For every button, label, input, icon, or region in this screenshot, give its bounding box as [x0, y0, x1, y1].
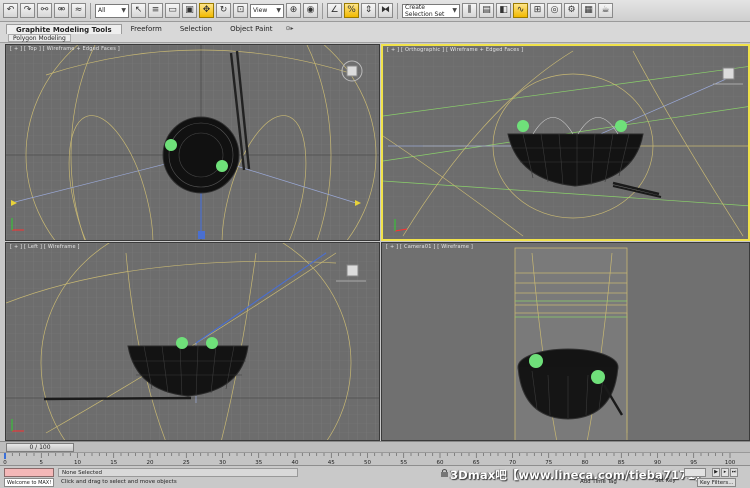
- render-icon[interactable]: ☕: [598, 3, 613, 18]
- toolbar-divider: [397, 2, 398, 19]
- lock-icon[interactable]: [440, 469, 449, 477]
- graphite-icon[interactable]: ◧: [496, 3, 511, 18]
- named-selection-set-value: Create Selection Set: [405, 3, 445, 18]
- ribbon-options-icon[interactable]: ⊙▸: [281, 24, 293, 34]
- layer-icon[interactable]: ▤: [479, 3, 494, 18]
- viewport-ortho-scene: [383, 46, 748, 239]
- dumpling: [517, 120, 529, 132]
- move-icon[interactable]: ✥: [199, 3, 214, 18]
- reference-coord-select[interactable]: View ▼: [250, 3, 284, 18]
- chevron-down-icon: ▼: [452, 7, 457, 14]
- selection-filter-select[interactable]: All ▼: [95, 3, 129, 18]
- snap-icon[interactable]: ◉: [303, 3, 318, 18]
- select-by-name-icon[interactable]: ≡: [148, 3, 163, 18]
- time-slider[interactable]: 0 / 100: [0, 441, 750, 452]
- set-key-button[interactable]: Set Key: [655, 478, 676, 484]
- spinner-snap-icon[interactable]: ⇕: [361, 3, 376, 18]
- render-setup-icon[interactable]: ⚙: [564, 3, 579, 18]
- window-crossing-icon[interactable]: ▣: [182, 3, 197, 18]
- rect-region-icon[interactable]: ▭: [165, 3, 180, 18]
- track-bar[interactable]: 0 5 10 15 20 25 30 35 40 45 50 55 60 65 70 75 80 85 90 95 10…: [0, 452, 750, 466]
- viewport-camera[interactable]: [ + ] [ Camera01 ] [ Wireframe ]: [381, 242, 750, 441]
- viewport-top[interactable]: [ + ] [ Top ] [ Wireframe + Edged Faces …: [5, 44, 380, 241]
- tab-selection[interactable]: Selection: [171, 24, 221, 34]
- polygon-modeling-panel[interactable]: Polygon Modeling: [8, 34, 71, 42]
- prompt-line: Click and drag to select and move object…: [61, 479, 177, 485]
- dumpling: [216, 160, 228, 172]
- main-toolbar: ↶ ↷ ⚯ ⚮ ≈ All ▼ ↖ ≡ ▭ ▣ ✥ ↻ ⊡ View ▼ ⊕ ◉ ∠…: [0, 0, 750, 22]
- graphite-ribbon: Graphite Modeling Tools Freeform Selecti…: [0, 22, 750, 43]
- tab-object-paint[interactable]: Object Paint: [221, 24, 281, 34]
- viewport-label[interactable]: [ + ] [ Top ] [ Wireframe + Edged Faces …: [10, 46, 120, 52]
- viewport-left[interactable]: [ + ] [ Left ] [ Wireframe ]: [5, 242, 380, 441]
- chevron-down-icon: ▼: [121, 7, 126, 14]
- schematic-icon[interactable]: ⊞: [530, 3, 545, 18]
- viewport-label[interactable]: [ + ] [ Left ] [ Wireframe ]: [10, 244, 80, 250]
- viewport-label[interactable]: [ + ] [ Camera01 ] [ Wireframe ]: [386, 244, 473, 250]
- selection-status: None Selected: [58, 468, 298, 477]
- rendered-frame-icon[interactable]: ▦: [581, 3, 596, 18]
- link-icon[interactable]: ⚯: [37, 3, 52, 18]
- curve-editor-icon[interactable]: ∿: [513, 3, 528, 18]
- maxscript-mini-listener[interactable]: Welcome to MAX!: [4, 478, 54, 487]
- material-editor-icon[interactable]: ◎: [547, 3, 562, 18]
- go-to-end-icon[interactable]: ⏭: [730, 468, 738, 477]
- 3dsmax-window: ↶ ↷ ⚯ ⚮ ≈ All ▼ ↖ ≡ ▭ ▣ ✥ ↻ ⊡ View ▼ ⊕ ◉ ∠…: [0, 0, 750, 488]
- next-frame-icon[interactable]: ▸: [721, 468, 729, 477]
- unlink-icon[interactable]: ⚮: [54, 3, 69, 18]
- align-icon[interactable]: ⫼: [462, 3, 477, 18]
- dumpling: [615, 120, 627, 132]
- viewport-left-scene: [6, 243, 379, 440]
- selection-filter-value: All: [98, 7, 106, 14]
- reference-coord-value: View: [253, 7, 268, 14]
- maxscript-listener[interactable]: [4, 468, 54, 477]
- current-frame-marker: [4, 453, 6, 459]
- tab-freeform[interactable]: Freeform: [122, 24, 171, 34]
- undo-icon[interactable]: ↶: [3, 3, 18, 18]
- play-icon[interactable]: ▶: [712, 468, 720, 477]
- viewport-top-scene: [6, 45, 379, 240]
- mirror-icon[interactable]: ⧓: [378, 3, 393, 18]
- camera-icon: [198, 231, 205, 239]
- toolbar-divider: [90, 2, 91, 19]
- select-icon[interactable]: ↖: [131, 3, 146, 18]
- viewport-camera-scene: [382, 243, 749, 440]
- tab-graphite-modeling-tools[interactable]: Graphite Modeling Tools: [6, 24, 122, 34]
- key-filters-button[interactable]: Key Filters...: [697, 478, 737, 487]
- status-bar: Welcome to MAX! None Selected Click and …: [0, 465, 750, 488]
- dumpling: [206, 337, 218, 349]
- chopstick: [43, 396, 192, 401]
- rotate-icon[interactable]: ↻: [216, 3, 231, 18]
- percent-snap-icon[interactable]: %: [344, 3, 359, 18]
- grid: [6, 243, 379, 440]
- playback-controls: ▶ ▸ ⏭: [712, 468, 738, 477]
- pivot-icon[interactable]: ⊕: [286, 3, 301, 18]
- viewport-label[interactable]: [ + ] [ Orthographic ] [ Wireframe + Edg…: [387, 47, 523, 53]
- auto-key-button[interactable]: [684, 468, 706, 477]
- dumpling: [591, 370, 605, 384]
- dumpling: [529, 354, 543, 368]
- viewport-orthographic[interactable]: [ + ] [ Orthographic ] [ Wireframe + Edg…: [381, 44, 750, 241]
- ribbon-tabs: Graphite Modeling Tools Freeform Selecti…: [6, 23, 294, 34]
- add-time-tag[interactable]: Add Time Tag: [580, 479, 617, 485]
- dumpling: [165, 139, 177, 151]
- angle-snap-icon[interactable]: ∠: [327, 3, 342, 18]
- time-slider-handle[interactable]: 0 / 100: [6, 443, 74, 452]
- named-selection-set-select[interactable]: Create Selection Set ▼: [402, 3, 460, 18]
- redo-icon[interactable]: ↷: [20, 3, 35, 18]
- scale-icon[interactable]: ⊡: [233, 3, 248, 18]
- dumpling: [176, 337, 188, 349]
- toolbar-divider: [322, 2, 323, 19]
- bind-icon[interactable]: ≈: [71, 3, 86, 18]
- chevron-down-icon: ▼: [276, 7, 281, 14]
